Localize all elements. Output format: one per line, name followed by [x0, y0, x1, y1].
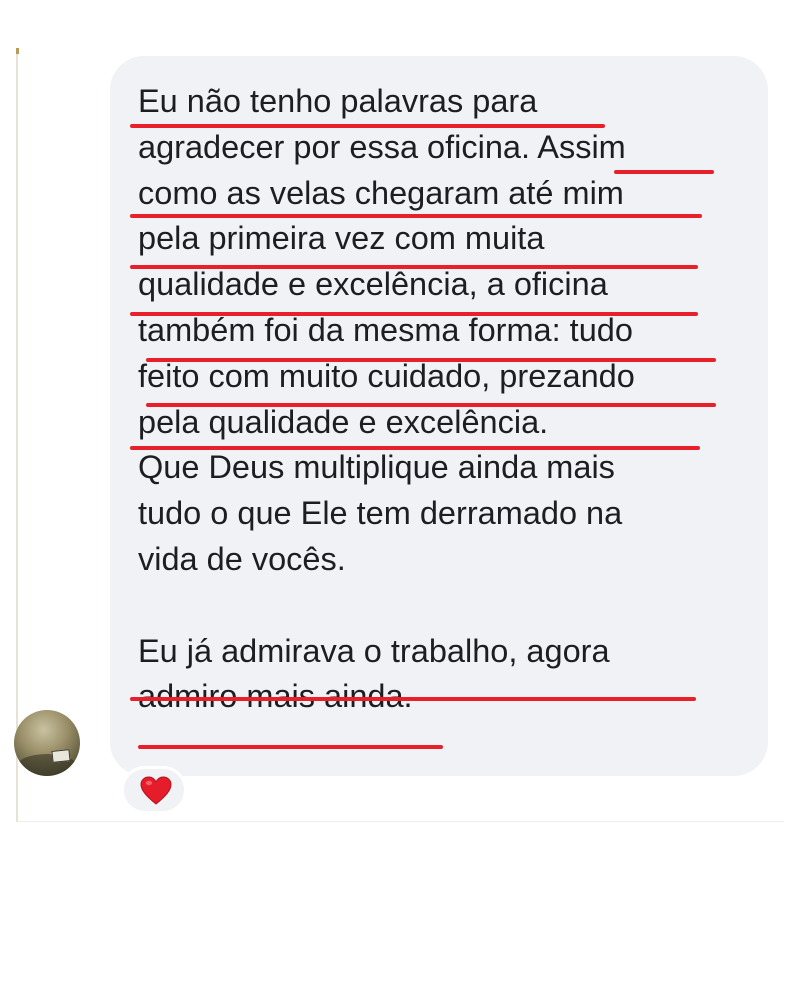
- highlight-underline: [130, 312, 698, 316]
- paragraph-break: [138, 583, 748, 629]
- highlight-underline: [614, 170, 714, 174]
- highlight-underline: [138, 745, 443, 749]
- message-line: como as velas chegaram até mim: [138, 174, 624, 211]
- avatar-photo-sign: [51, 749, 71, 763]
- message-line: vida de vocês.: [138, 540, 346, 577]
- sender-avatar[interactable]: [14, 710, 80, 776]
- highlight-underline: [146, 358, 716, 362]
- highlight-underline: [130, 124, 605, 128]
- message-line: tudo o que Ele tem derramado na: [138, 495, 623, 532]
- message-line: Eu já admirava o trabalho, agora: [138, 632, 610, 669]
- message-line: pela primeira vez com muita: [138, 220, 545, 257]
- highlight-underline: [130, 697, 696, 701]
- frame-corner-mark: [16, 48, 19, 54]
- message-line: agradecer por essa oficina. Assim: [138, 128, 626, 165]
- red-heart-icon: [140, 776, 172, 805]
- highlight-underline: [146, 403, 716, 407]
- reaction-badge[interactable]: [121, 766, 187, 814]
- message-line: qualidade e excelência, a oficina: [138, 266, 608, 303]
- highlight-underline: [130, 214, 702, 218]
- message-line: Que Deus multiplique ainda mais: [138, 449, 615, 486]
- highlight-underline: [130, 265, 698, 269]
- message-text: Eu não tenho palavras para agradecer por…: [138, 79, 748, 720]
- highlight-underline: [130, 446, 700, 450]
- message-line: Eu não tenho palavras para: [138, 83, 538, 119]
